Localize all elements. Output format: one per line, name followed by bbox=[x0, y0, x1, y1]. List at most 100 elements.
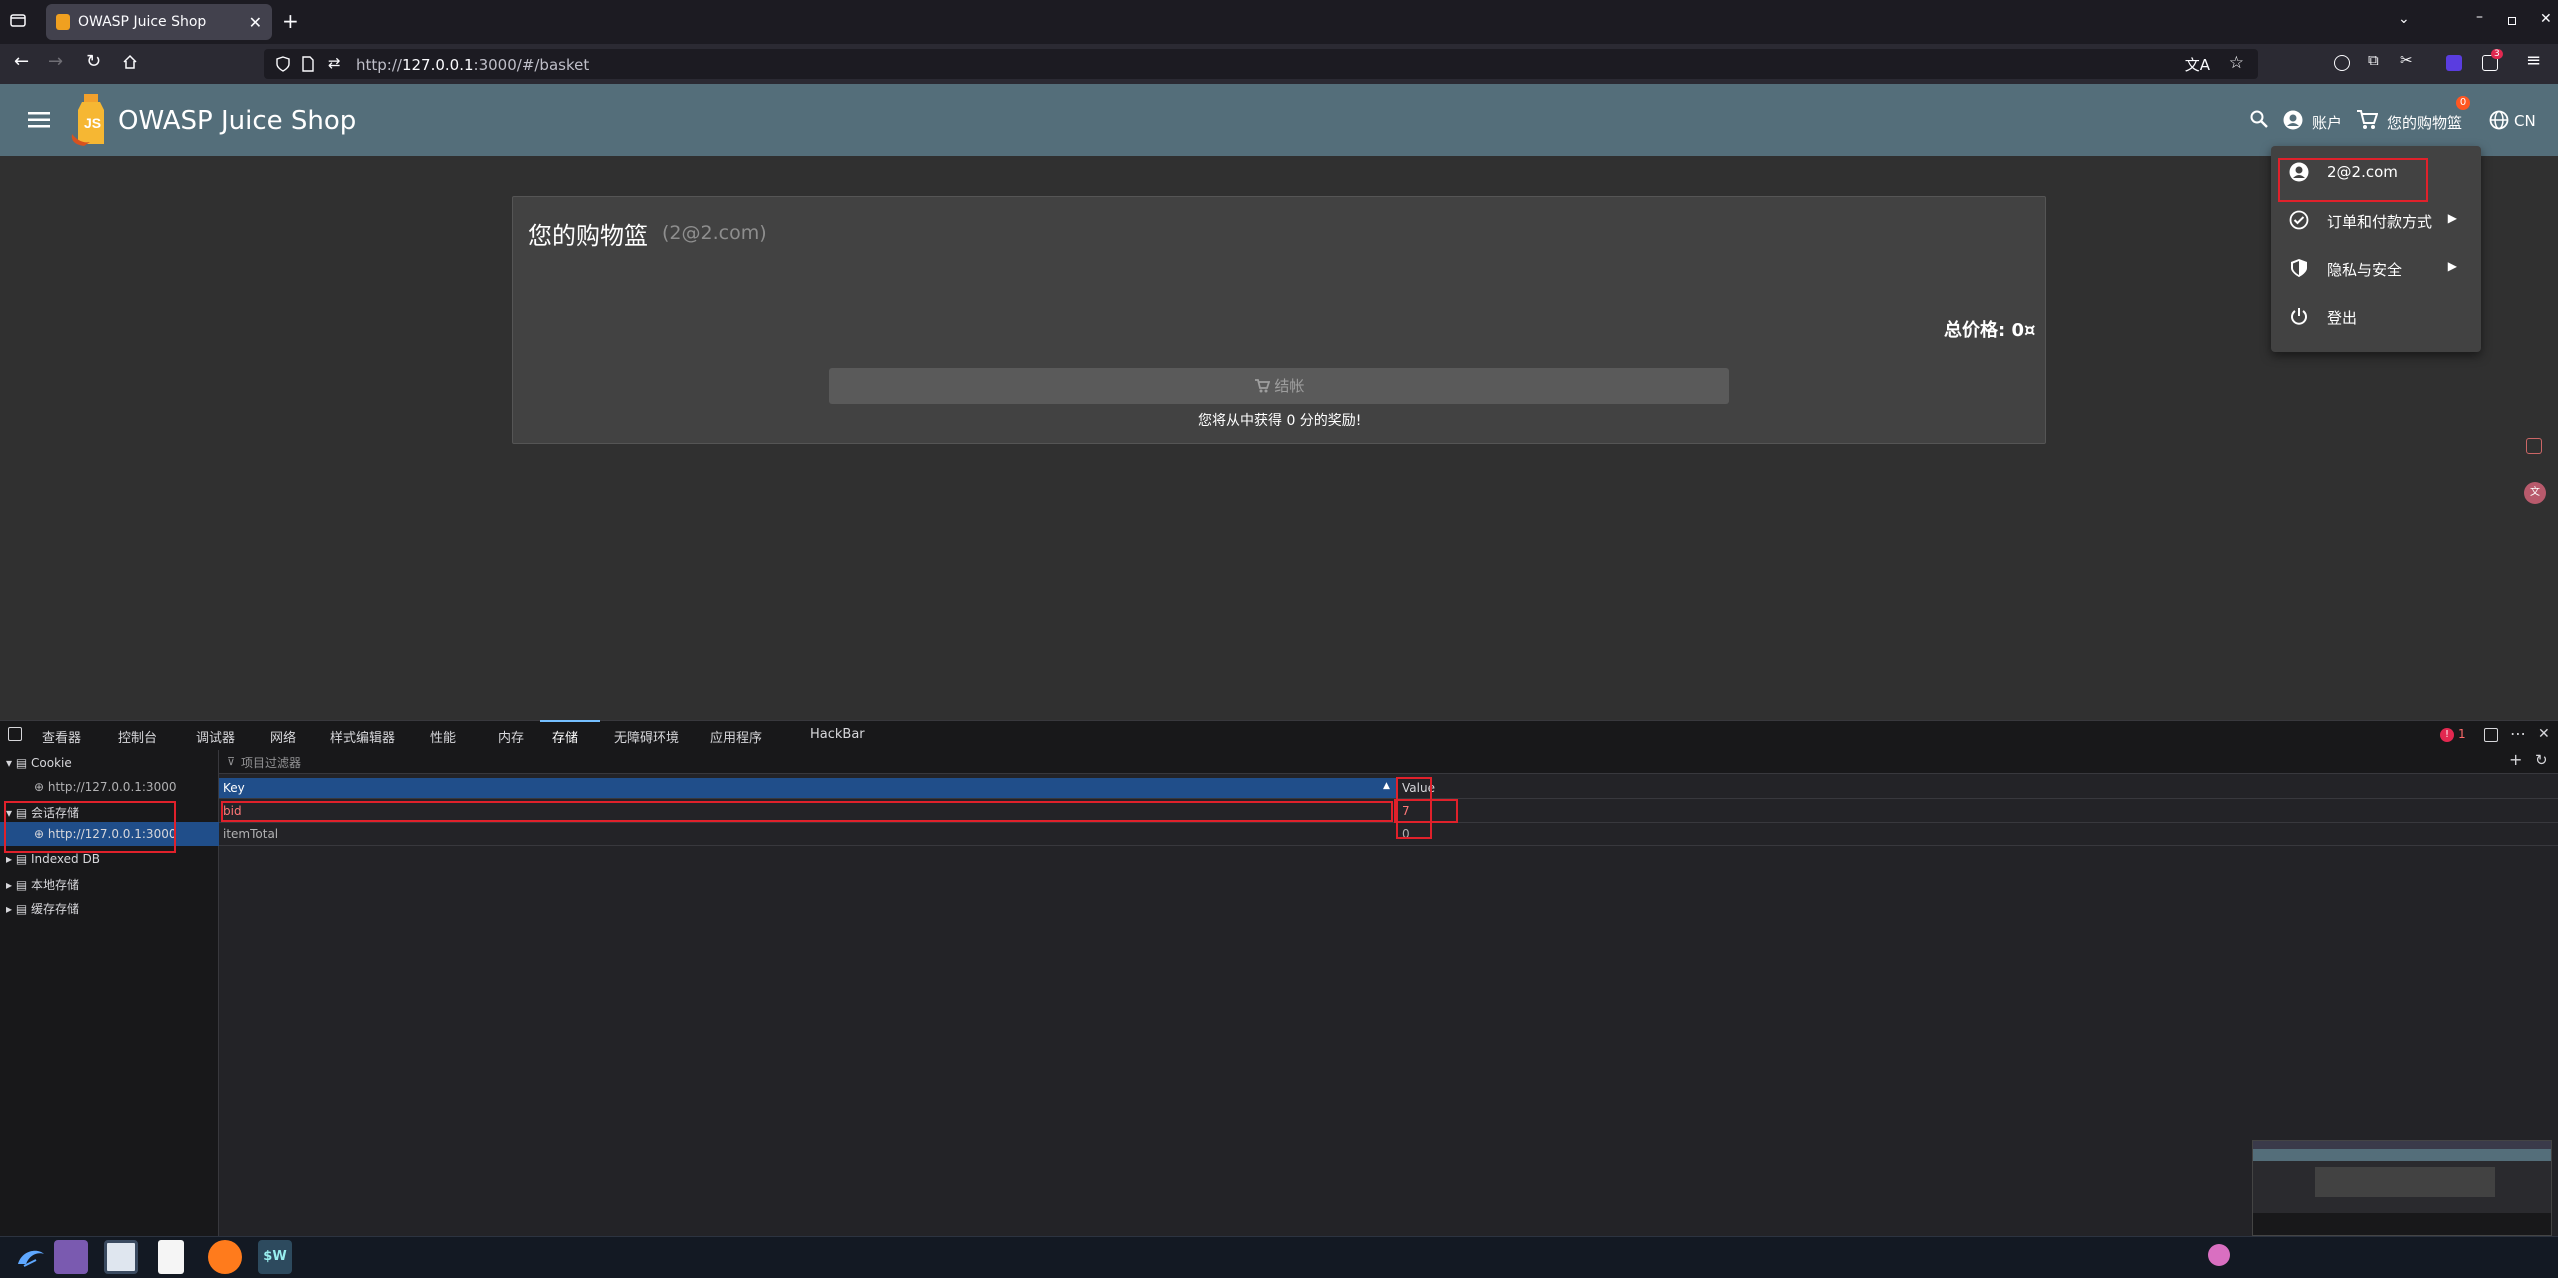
account-circle-icon[interactable] bbox=[2283, 110, 2303, 130]
svg-text:JS: JS bbox=[84, 115, 101, 131]
menu-item-logout-label: 登出 bbox=[2327, 309, 2358, 327]
juice-shop-favicon-icon bbox=[56, 14, 70, 30]
tree-local-storage[interactable]: ▸ ▤ 本地存储 bbox=[6, 876, 79, 893]
floating-grid-icon[interactable] bbox=[2526, 438, 2542, 454]
tab-hackbar[interactable]: HackBar bbox=[810, 727, 865, 742]
terminal-icon[interactable]: $W bbox=[258, 1240, 292, 1274]
table-row-divider bbox=[219, 798, 2558, 799]
tab-close-icon[interactable]: ✕ bbox=[249, 13, 262, 32]
url-text[interactable]: http://127.0.0.1:3000/#/basket bbox=[356, 56, 589, 74]
extension-badge-icon[interactable]: 3 bbox=[2482, 49, 2503, 71]
list-all-tabs-icon[interactable]: ⌄ bbox=[2398, 12, 2410, 26]
devtools-more-icon[interactable]: ⋯ bbox=[2510, 724, 2526, 743]
menu-item-logout[interactable]: 登出 bbox=[2271, 292, 2481, 340]
selected-tab-indicator bbox=[540, 720, 600, 722]
file-manager-icon[interactable] bbox=[104, 1240, 138, 1274]
tab-accessibility[interactable]: 无障碍环境 bbox=[614, 727, 679, 746]
new-tab-icon[interactable]: + bbox=[282, 11, 299, 31]
minimize-icon[interactable]: – bbox=[2476, 10, 2483, 24]
tree-indexeddb[interactable]: ▸ ▤ Indexed DB bbox=[6, 852, 100, 866]
juice-shop-logo-icon[interactable]: JS bbox=[70, 94, 114, 146]
account-dropdown-menu: 2@2.com 订单和付款方式 ▶ 隐私与安全 ▶ 登出 bbox=[2271, 146, 2481, 352]
forward-icon[interactable]: → bbox=[48, 53, 63, 71]
kali-menu-icon[interactable] bbox=[14, 1240, 48, 1274]
filter-input[interactable]: 项目过滤器 bbox=[241, 754, 301, 771]
tree-cache-storage[interactable]: ▸ ▤ 缓存存储 bbox=[6, 900, 79, 917]
shopping-cart-icon[interactable] bbox=[2356, 110, 2378, 130]
floating-translate-icon[interactable]: 文 bbox=[2524, 482, 2546, 504]
tab-storage-label: 存储 bbox=[552, 731, 579, 746]
tab-performance[interactable]: 性能 bbox=[430, 727, 456, 746]
home-icon[interactable] bbox=[122, 54, 138, 70]
addon-icon[interactable]: ✂ bbox=[2400, 53, 2413, 68]
basket-button[interactable]: 您的购物篮 bbox=[2387, 112, 2462, 133]
tab-console[interactable]: 控制台 bbox=[118, 727, 157, 746]
highlight-box-session-storage bbox=[4, 801, 176, 853]
table-row[interactable]: itemTotal 0 bbox=[219, 823, 2558, 845]
tab-application-label: 应用程序 bbox=[710, 731, 763, 746]
extension-badge-count: 3 bbox=[2491, 49, 2503, 59]
error-count[interactable]: 1 bbox=[2458, 727, 2466, 741]
reload-icon[interactable]: ↻ bbox=[86, 53, 101, 71]
refresh-icon[interactable]: ↻ bbox=[2535, 751, 2548, 769]
tab-debugger[interactable]: 调试器 bbox=[196, 727, 235, 746]
element-picker-icon[interactable] bbox=[8, 727, 22, 741]
extensions-icon[interactable]: ⧉ bbox=[2368, 53, 2379, 68]
hamburger-menu-icon[interactable] bbox=[28, 112, 50, 128]
search-icon[interactable] bbox=[2250, 110, 2268, 128]
tab-inspector[interactable]: 查看器 bbox=[42, 727, 81, 746]
menu-item-privacy-security[interactable]: 隐私与安全 ▶ bbox=[2271, 244, 2481, 292]
tab-title: OWASP Juice Shop bbox=[78, 14, 207, 30]
firefox-icon[interactable] bbox=[208, 1240, 242, 1274]
tab-storage[interactable]: 存储 bbox=[552, 727, 578, 746]
add-item-icon[interactable]: + bbox=[2509, 750, 2522, 769]
page-info-icon[interactable] bbox=[302, 56, 314, 72]
tray-app-icon[interactable] bbox=[2208, 1244, 2230, 1266]
sort-ascending-icon: ▲ bbox=[1383, 781, 1390, 791]
tab-application[interactable]: 应用程序 bbox=[710, 727, 762, 746]
cart-icon bbox=[1254, 379, 1270, 393]
maximize-icon[interactable] bbox=[2508, 17, 2516, 25]
tracking-shield-icon[interactable] bbox=[276, 56, 290, 72]
column-key-header[interactable]: Key ▲ bbox=[219, 778, 1397, 798]
filter-icon: ⊽ bbox=[227, 755, 236, 768]
extension-purple-icon[interactable] bbox=[2446, 55, 2462, 71]
tab-network-label: 网络 bbox=[270, 731, 297, 746]
close-window-icon[interactable]: ✕ bbox=[2540, 12, 2552, 26]
account-icon[interactable] bbox=[2334, 55, 2350, 71]
app-menu-icon[interactable]: ≡ bbox=[2526, 52, 2541, 70]
tab-inspector-label: 查看器 bbox=[42, 731, 82, 746]
submenu-arrow-icon: ▶ bbox=[2447, 211, 2457, 225]
language-globe-icon[interactable] bbox=[2489, 110, 2509, 130]
menu-item-orders-label: 订单和付款方式 bbox=[2327, 213, 2433, 231]
browser-tab[interactable]: OWASP Juice Shop ✕ bbox=[46, 4, 272, 40]
bookmark-star-icon[interactable]: ☆ bbox=[2229, 53, 2244, 73]
tab-style-editor-label: 样式编辑器 bbox=[330, 731, 396, 746]
account-button[interactable]: 账户 bbox=[2312, 112, 2342, 133]
url-path: :3000/#/basket bbox=[473, 56, 590, 74]
app-title[interactable]: OWASP Juice Shop bbox=[118, 106, 356, 136]
text-editor-icon[interactable] bbox=[158, 1240, 184, 1274]
back-icon[interactable]: ← bbox=[14, 53, 29, 71]
url-bar[interactable]: ⇄ http://127.0.0.1:3000/#/basket 文A ☆ bbox=[264, 49, 2258, 79]
permissions-icon[interactable]: ⇄ bbox=[328, 54, 341, 72]
checkout-button[interactable]: 结帐 bbox=[829, 368, 1729, 404]
tab-style-editor[interactable]: 样式编辑器 bbox=[330, 727, 395, 746]
tree-cookie[interactable]: ▾ ▤ Cookie bbox=[6, 756, 72, 770]
shield-icon bbox=[2289, 258, 2309, 278]
translate-icon[interactable]: 文A bbox=[2185, 54, 2210, 75]
dock-side-icon[interactable] bbox=[2484, 728, 2498, 742]
thumbnail-titlebar bbox=[2253, 1141, 2551, 1149]
language-button[interactable]: CN bbox=[2514, 112, 2536, 130]
error-icon[interactable]: ! bbox=[2440, 728, 2454, 742]
checkout-label: 结帐 bbox=[1274, 377, 1305, 395]
tab-memory[interactable]: 内存 bbox=[498, 727, 524, 746]
window-preview-thumbnail[interactable] bbox=[2252, 1140, 2552, 1236]
workspace-switcher-icon[interactable] bbox=[54, 1240, 88, 1274]
tab-list-icon[interactable] bbox=[10, 12, 26, 28]
tree-cookie-origin[interactable]: ⊕ http://127.0.0.1:3000 bbox=[34, 780, 176, 794]
devtools-close-icon[interactable]: ✕ bbox=[2538, 726, 2550, 742]
table-row-divider bbox=[219, 845, 2558, 846]
tab-network[interactable]: 网络 bbox=[270, 727, 296, 746]
menu-item-orders-payment[interactable]: 订单和付款方式 ▶ bbox=[2271, 196, 2481, 244]
